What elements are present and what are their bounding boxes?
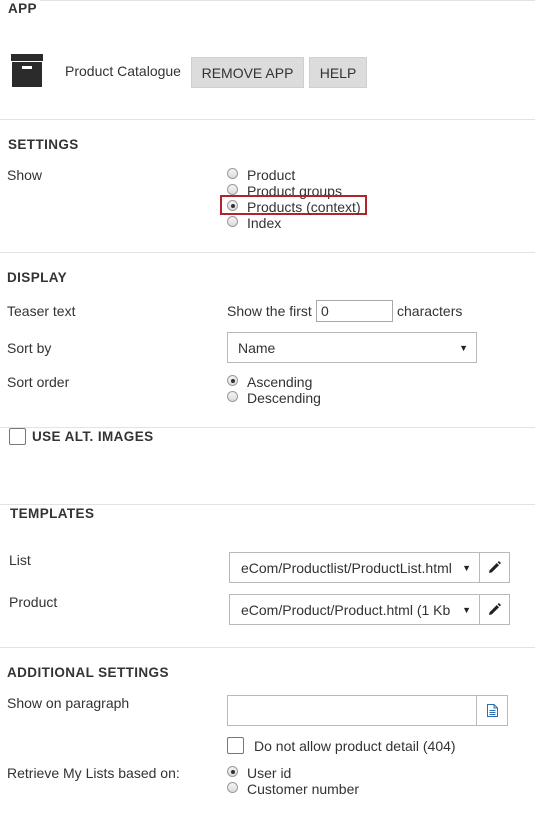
show-radio-product[interactable] bbox=[227, 168, 238, 179]
show-option-label: Products (context) bbox=[247, 199, 361, 215]
caret-down-icon: ▼ bbox=[462, 562, 471, 573]
list-template-label: List bbox=[9, 552, 31, 568]
archive-box-icon bbox=[11, 54, 43, 87]
use-alt-images-checkbox[interactable] bbox=[9, 428, 26, 445]
show-option-label: Product bbox=[247, 167, 296, 183]
document-icon bbox=[486, 704, 498, 717]
sort-order-option-label: Ascending bbox=[247, 374, 313, 390]
no-product-detail-label: Do not allow product detail (404) bbox=[254, 738, 456, 754]
help-button[interactable]: HELP bbox=[309, 57, 367, 88]
edit-product-template-button[interactable] bbox=[479, 594, 510, 625]
teaser-prefix: Show the first bbox=[227, 303, 312, 319]
sort-order-option-label: Descending bbox=[247, 390, 321, 406]
app-name: Product Catalogue bbox=[65, 63, 181, 79]
pencil-icon bbox=[489, 561, 501, 573]
select-paragraph-button[interactable] bbox=[476, 695, 508, 726]
caret-down-icon: ▼ bbox=[459, 342, 468, 353]
divider bbox=[0, 647, 535, 648]
list-template-value: eCom/Productlist/ProductList.html bbox=[241, 559, 452, 576]
show-option-label: Index bbox=[247, 215, 282, 231]
use-alt-images-label: USE ALT. IMAGES bbox=[32, 429, 154, 444]
teaser-text-label: Teaser text bbox=[7, 303, 76, 319]
additional-settings-section-title: ADDITIONAL SETTINGS bbox=[7, 665, 169, 680]
teaser-suffix: characters bbox=[397, 303, 463, 319]
settings-section-title: SETTINGS bbox=[8, 137, 79, 152]
remove-app-button[interactable]: REMOVE APP bbox=[191, 57, 304, 88]
product-template-value: eCom/Product/Product.html (1 Kb bbox=[241, 601, 451, 618]
top-border bbox=[40, 0, 535, 1]
retrieve-lists-label: Retrieve My Lists based on: bbox=[7, 765, 180, 781]
pencil-icon bbox=[489, 603, 501, 615]
divider bbox=[0, 504, 535, 505]
show-label: Show bbox=[7, 167, 43, 183]
caret-down-icon: ▼ bbox=[462, 604, 471, 615]
edit-list-template-button[interactable] bbox=[479, 552, 510, 583]
list-template-select[interactable]: eCom/Productlist/ProductList.html ▼ bbox=[229, 552, 480, 583]
divider bbox=[0, 119, 535, 120]
retrieve-radio-user-id[interactable] bbox=[227, 766, 238, 777]
sort-order-label: Sort order bbox=[7, 374, 70, 390]
show-radio-product-groups[interactable] bbox=[227, 184, 238, 195]
sort-order-radio-ascending[interactable] bbox=[227, 375, 238, 386]
retrieve-option-label: Customer number bbox=[247, 781, 360, 797]
no-product-detail-checkbox[interactable] bbox=[227, 737, 244, 754]
sort-by-select[interactable]: Name ▼ bbox=[227, 332, 477, 363]
show-on-paragraph-label: Show on paragraph bbox=[7, 695, 130, 711]
teaser-characters-input[interactable] bbox=[316, 300, 393, 322]
product-template-label: Product bbox=[9, 594, 58, 610]
sort-order-radio-descending[interactable] bbox=[227, 391, 238, 402]
sort-by-label: Sort by bbox=[7, 340, 52, 356]
show-radio-products-context[interactable] bbox=[227, 200, 238, 211]
display-section-title: DISPLAY bbox=[7, 270, 68, 285]
divider bbox=[0, 252, 535, 253]
sort-by-value: Name bbox=[238, 339, 276, 356]
app-section-title: APP bbox=[8, 1, 37, 16]
retrieve-option-label: User id bbox=[247, 765, 292, 781]
retrieve-radio-customer-number[interactable] bbox=[227, 782, 238, 793]
divider bbox=[0, 427, 535, 428]
show-radio-index[interactable] bbox=[227, 216, 238, 227]
show-on-paragraph-input[interactable] bbox=[227, 695, 477, 726]
product-template-select[interactable]: eCom/Product/Product.html (1 Kb ▼ bbox=[229, 594, 480, 625]
templates-section-title: TEMPLATES bbox=[10, 506, 95, 521]
